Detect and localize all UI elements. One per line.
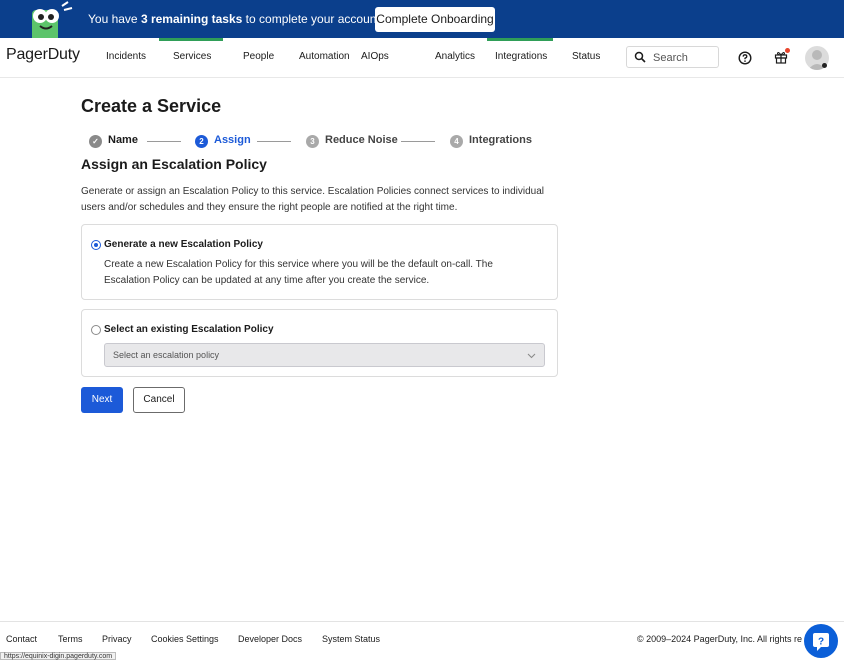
footer-link-developer-docs[interactable]: Developer Docs <box>238 634 302 644</box>
section-title: Assign an Escalation Policy <box>81 156 267 172</box>
nav-item-incidents[interactable]: Incidents <box>106 51 146 62</box>
existing-policy-radio[interactable] <box>91 325 101 335</box>
nav-item-services[interactable]: Services <box>173 51 211 62</box>
banner-task-count: 3 remaining tasks <box>140 12 243 26</box>
search-icon <box>634 51 646 63</box>
search-placeholder: Search <box>653 52 688 64</box>
search-input[interactable]: Search <box>626 46 719 68</box>
nav-item-people[interactable]: People <box>243 51 274 62</box>
page-title: Create a Service <box>81 96 222 116</box>
step-4-number: 4 <box>450 135 463 148</box>
pagerduty-logo[interactable]: PagerDuty <box>6 46 80 64</box>
nav-item-integrations[interactable]: Integrations <box>495 51 547 62</box>
nav-item-status[interactable]: Status <box>572 51 600 62</box>
nav-item-automation[interactable]: Automation <box>299 51 350 62</box>
chevron-down-icon <box>527 353 536 359</box>
pagerduty-mascot-icon <box>32 1 73 40</box>
copyright-text: © 2009–2024 PagerDuty, Inc. All rights r… <box>637 634 803 644</box>
footer: Contact Terms Privacy Cookies Settings D… <box>0 621 844 660</box>
services-active-indicator <box>159 38 223 41</box>
nav-item-aiops[interactable]: AIOps <box>361 51 389 62</box>
chat-help-icon: ? <box>813 633 829 651</box>
help-chat-button[interactable]: ? <box>804 624 838 658</box>
step-2-number: 2 <box>195 135 208 148</box>
step-3-label[interactable]: Reduce Noise <box>325 134 398 146</box>
footer-link-cookies-settings[interactable]: Cookies Settings <box>151 634 219 644</box>
step-2-label[interactable]: Assign <box>214 134 251 146</box>
cancel-button[interactable]: Cancel <box>133 387 185 413</box>
presence-dot <box>822 63 827 68</box>
step-connector <box>401 141 435 142</box>
step-connector <box>257 141 291 142</box>
escalation-policy-select[interactable]: Select an escalation policy <box>104 343 545 367</box>
footer-link-privacy[interactable]: Privacy <box>102 634 132 644</box>
notification-dot <box>785 48 790 53</box>
next-button[interactable]: Next <box>81 387 123 413</box>
step-1-label[interactable]: Name <box>108 134 138 146</box>
step-4-label[interactable]: Integrations <box>469 134 532 146</box>
escalation-policy-placeholder: Select an escalation policy <box>113 350 220 360</box>
help-icon[interactable] <box>738 51 752 65</box>
section-description: Generate or assign an Escalation Policy … <box>81 186 545 213</box>
step-connector <box>147 141 181 142</box>
generate-policy-card[interactable]: Generate a new Escalation Policy Create … <box>81 224 558 300</box>
generate-policy-title: Generate a new Escalation Policy <box>104 239 263 250</box>
svg-text:?: ? <box>818 637 824 648</box>
link-status-url: https://equinix-digin.pagerduty.com <box>0 652 117 660</box>
footer-link-system-status[interactable]: System Status <box>322 634 380 644</box>
generate-policy-radio[interactable] <box>91 240 101 250</box>
banner-message: You have 3 remaining tasks to complete y… <box>88 12 416 26</box>
nav-item-analytics[interactable]: Analytics <box>435 51 475 62</box>
step-3-number: 3 <box>306 135 319 148</box>
generate-policy-description: Create a new Escalation Policy for this … <box>104 259 493 286</box>
banner-prefix: You have <box>88 12 141 26</box>
step-1-check-icon: ✓ <box>89 135 102 148</box>
top-nav: PagerDuty Incidents Services People Auto… <box>0 38 844 78</box>
integrations-highlight-indicator <box>487 38 553 41</box>
complete-onboarding-button[interactable]: Complete Onboarding <box>375 7 495 32</box>
footer-link-terms[interactable]: Terms <box>58 634 83 644</box>
existing-policy-title: Select an existing Escalation Policy <box>104 324 274 335</box>
onboarding-banner: You have 3 remaining tasks to complete y… <box>0 0 844 40</box>
footer-link-contact[interactable]: Contact <box>6 634 37 644</box>
